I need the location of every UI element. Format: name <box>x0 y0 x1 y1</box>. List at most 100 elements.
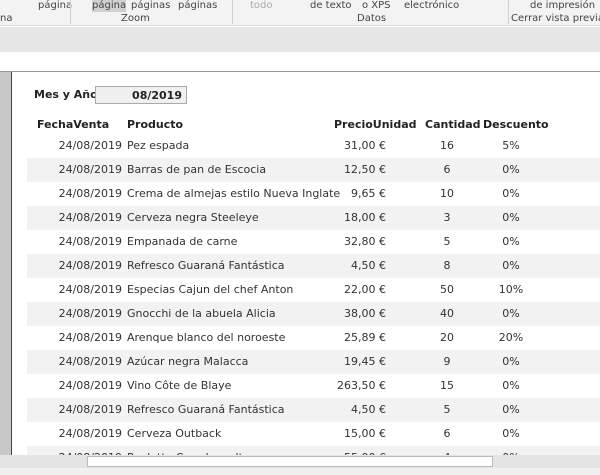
ribbon-item-email[interactable]: electrónico <box>404 0 459 12</box>
group-label-zoom: Zoom <box>121 13 150 24</box>
cell-cantidad: 16 <box>440 139 454 152</box>
cell-descuento: 20% <box>498 331 524 344</box>
cell-descuento: 0% <box>502 259 520 272</box>
cell-precio: 4,50 € <box>351 259 386 272</box>
ribbon-item-close-preview[interactable]: de impresión <box>530 0 595 12</box>
cell-descuento: 0% <box>502 355 520 368</box>
table-row: 24/08/2019 Crema de almejas estilo Nueva … <box>27 182 600 206</box>
cell-producto: Vino Côte de Blaye <box>127 379 232 392</box>
cell-producto: Gnocchi de la abuela Alicia <box>127 307 276 320</box>
cell-fecha: 24/08/2019 <box>58 331 122 344</box>
cell-precio: 12,50 € <box>344 163 386 176</box>
table-row: 24/08/2019 Cerveza negra Steeleye 18,00 € 3… <box>27 206 600 230</box>
status-bar <box>0 468 600 475</box>
cell-descuento: 0% <box>502 403 520 416</box>
cell-precio: 19,45 € <box>344 355 386 368</box>
cell-precio: 31,00 € <box>344 139 386 152</box>
cell-cantidad: 50 <box>440 283 454 296</box>
cell-cantidad: 8 <box>443 259 451 272</box>
cell-producto: Refresco Guaraná Fantástica <box>127 403 285 416</box>
cell-cantidad: 6 <box>443 163 451 176</box>
scrollbar-thumb[interactable] <box>87 456 493 467</box>
ribbon-item-more-pages[interactable]: páginas <box>178 0 217 12</box>
cell-fecha: 24/08/2019 <box>58 427 122 440</box>
table-row: 24/08/2019 Vino Côte de Blaye 263,50 € 15 0% <box>27 374 600 398</box>
cell-fecha: 24/08/2019 <box>58 379 122 392</box>
table-row: 24/08/2019 Azúcar negra Malacca 19,45 € 9 0% <box>27 350 600 374</box>
cell-precio: 32,80 € <box>344 235 386 248</box>
cell-cantidad: 5 <box>443 235 451 248</box>
cell-cantidad: 20 <box>440 331 454 344</box>
ribbon: página página páginas páginas todo de te… <box>0 0 600 26</box>
cell-producto: Refresco Guaraná Fantástica <box>127 259 285 272</box>
cell-precio: 38,00 € <box>344 307 386 320</box>
cell-cantidad: 5 <box>443 403 451 416</box>
cell-descuento: 0% <box>502 163 520 176</box>
table-row: 24/08/2019 Arenque blanco del noroeste 25,… <box>27 326 600 350</box>
filter-value-field: 08/2019 <box>95 86 187 104</box>
cell-cantidad: 6 <box>443 427 451 440</box>
ribbon-item-pdf-xps[interactable]: o XPS <box>362 0 391 12</box>
cell-producto: Especias Cajun del chef Anton <box>127 283 294 296</box>
toolbar-band <box>0 27 600 52</box>
header-producto: Producto <box>127 118 184 131</box>
horizontal-scrollbar[interactable] <box>0 455 600 468</box>
cell-descuento: 0% <box>502 235 520 248</box>
table-row: 24/08/2019 Cerveza Outback 15,00 € 6 0% <box>27 422 600 446</box>
cell-cantidad: 9 <box>443 355 451 368</box>
cell-descuento: 0% <box>502 211 520 224</box>
cell-precio: 4,50 € <box>351 403 386 416</box>
vertical-ruler <box>0 72 12 460</box>
table-row: 24/08/2019 Barras de pan de Escocia 12,50 … <box>27 158 600 182</box>
ribbon-item-one-page[interactable]: página <box>92 0 127 12</box>
header-descuento: Descuento <box>483 118 549 131</box>
cell-fecha: 24/08/2019 <box>58 307 122 320</box>
header-cantidad: Cantidad <box>425 118 481 131</box>
cell-fecha: 24/08/2019 <box>58 163 122 176</box>
cell-descuento: 0% <box>502 307 520 320</box>
cell-precio: 15,00 € <box>344 427 386 440</box>
ribbon-item-text-file[interactable]: de texto <box>310 0 352 12</box>
cell-fecha: 24/08/2019 <box>58 259 122 272</box>
ribbon-item[interactable]: página <box>38 0 72 12</box>
ribbon-item-two-pages[interactable]: páginas <box>131 0 170 12</box>
cell-producto: Cerveza negra Steeleye <box>127 211 259 224</box>
filter-label: Mes y Año <box>34 88 98 101</box>
group-label-datos: Datos <box>357 13 387 24</box>
cell-fecha: 24/08/2019 <box>58 211 122 224</box>
cell-precio: 25,89 € <box>344 331 386 344</box>
cell-producto: Crema de almejas estilo Nueva Inglate <box>127 187 341 200</box>
table-row: 24/08/2019 Gnocchi de la abuela Alicia 38,… <box>27 302 600 326</box>
cell-precio: 9,65 € <box>351 187 386 200</box>
table-row: 24/08/2019 Especias Cajun del chef Anton 2… <box>27 278 600 302</box>
header-preciounidad: PrecioUnidad <box>334 118 417 131</box>
cell-cantidad: 15 <box>440 379 454 392</box>
cell-producto: Empanada de carne <box>127 235 238 248</box>
cell-producto: Pez espada <box>127 139 190 152</box>
cell-precio: 18,00 € <box>344 211 386 224</box>
group-label: na <box>0 13 13 24</box>
cell-producto: Cerveza Outback <box>127 427 222 440</box>
cell-descuento: 0% <box>502 379 520 392</box>
table-row: 24/08/2019 Empanada de carne 32,80 € 5 0% <box>27 230 600 254</box>
table-row: 24/08/2019 Refresco Guaraná Fantástica 4,5… <box>27 254 600 278</box>
cell-producto: Arenque blanco del noroeste <box>127 331 286 344</box>
cell-fecha: 24/08/2019 <box>58 187 122 200</box>
ribbon-item-refresh-all[interactable]: todo <box>250 0 273 12</box>
cell-fecha: 24/08/2019 <box>58 355 122 368</box>
cell-descuento: 5% <box>502 139 520 152</box>
table-row: 24/08/2019 Refresco Guaraná Fantástica 4,5… <box>27 398 600 422</box>
cell-fecha: 24/08/2019 <box>58 403 122 416</box>
cell-descuento: 10% <box>498 283 524 296</box>
cell-fecha: 24/08/2019 <box>58 235 122 248</box>
cell-cantidad: 10 <box>440 187 454 200</box>
cell-cantidad: 40 <box>440 307 454 320</box>
table-row: 24/08/2019 Pez espada 31,00 € 16 5% <box>27 134 600 158</box>
cell-precio: 22,00 € <box>344 283 386 296</box>
cell-producto: Azúcar negra Malacca <box>127 355 249 368</box>
cell-cantidad: 3 <box>443 211 451 224</box>
cell-precio: 263,50 € <box>337 379 386 392</box>
cell-producto: Barras de pan de Escocia <box>127 163 267 176</box>
cell-descuento: 0% <box>502 187 520 200</box>
cell-descuento: 0% <box>502 427 520 440</box>
